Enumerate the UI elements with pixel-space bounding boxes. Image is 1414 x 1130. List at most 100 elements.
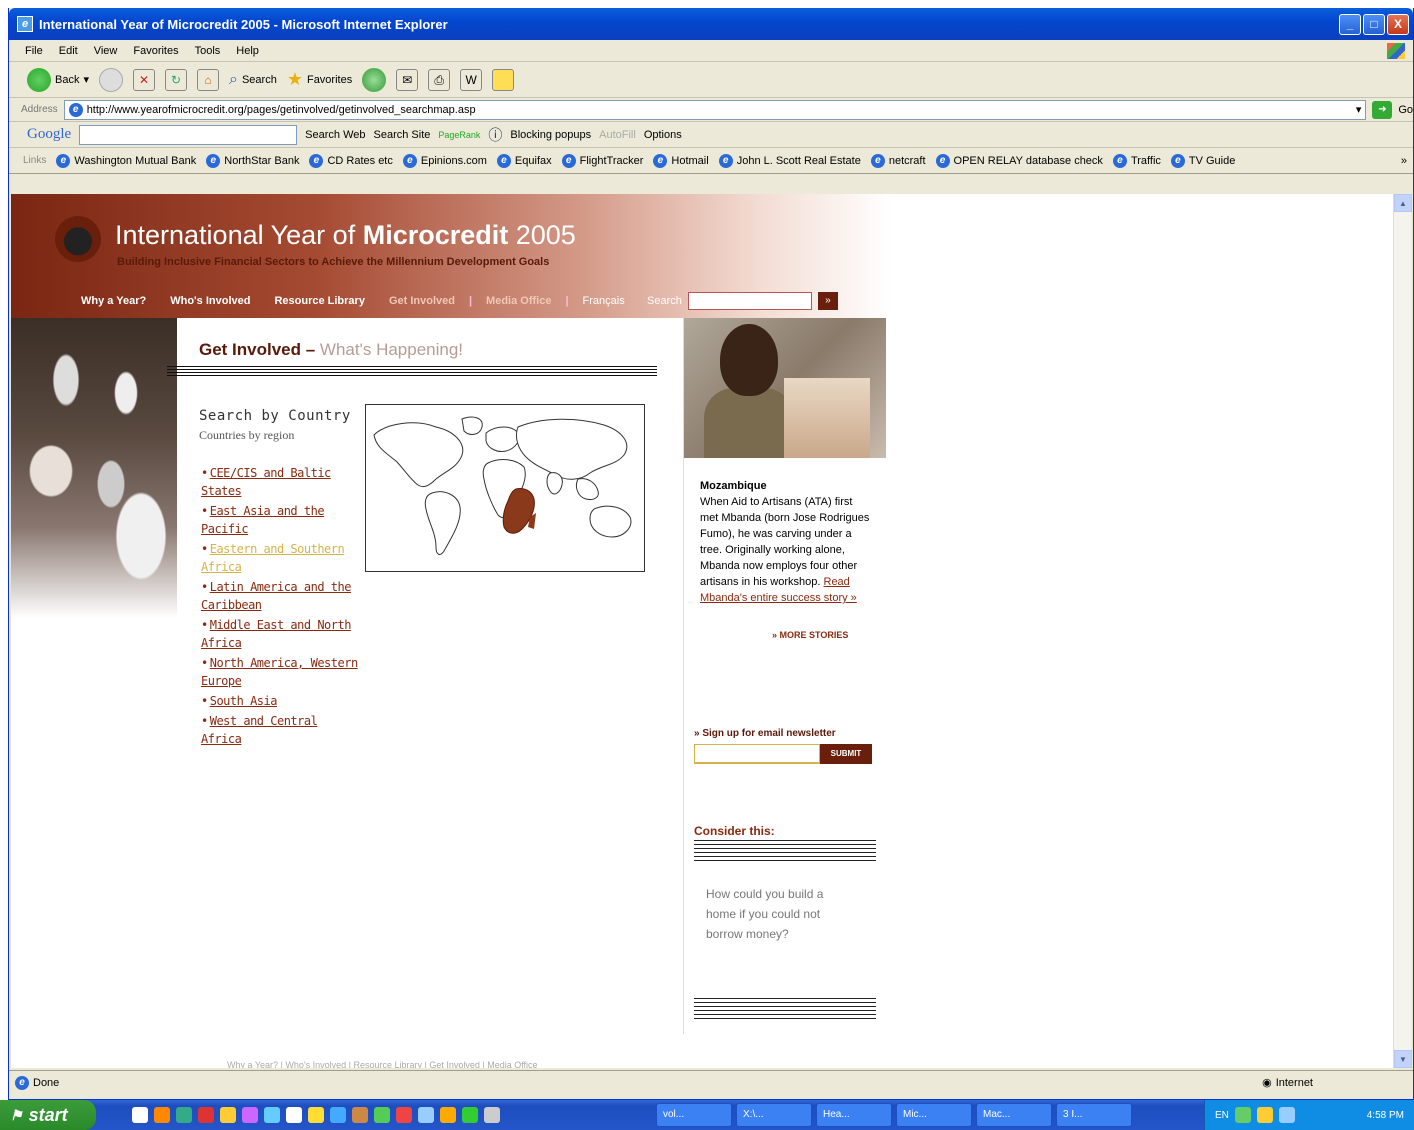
nav-media-office[interactable]: Media Office xyxy=(474,295,563,307)
go-arrow-icon[interactable]: ➜ xyxy=(1372,100,1393,119)
autofill-button[interactable]: AutoFill xyxy=(599,129,636,141)
history-icon[interactable] xyxy=(362,67,387,92)
quicklaunch-icon[interactable] xyxy=(462,1107,478,1123)
newsletter-submit-button[interactable]: SUBMIT xyxy=(820,744,872,764)
back-button[interactable]: Back ▾ xyxy=(27,67,89,92)
taskbar-button[interactable]: Mac... xyxy=(976,1103,1052,1127)
nav-why-a-year[interactable]: Why a Year? xyxy=(69,295,158,307)
quicklaunch-icon[interactable] xyxy=(396,1107,412,1123)
clock[interactable]: 4:58 PM xyxy=(1367,1110,1414,1121)
vertical-scrollbar[interactable]: ▲ ▼ xyxy=(1393,194,1412,1068)
refresh-icon[interactable]: ↻ xyxy=(165,68,187,91)
nav-get-involved[interactable]: Get Involved xyxy=(377,295,467,307)
forward-button[interactable] xyxy=(99,67,123,92)
quicklaunch-icon[interactable] xyxy=(198,1107,214,1123)
menu-view[interactable]: View xyxy=(94,45,118,57)
quicklaunch-icon[interactable] xyxy=(352,1107,368,1123)
map-region-south-america[interactable] xyxy=(424,491,461,555)
quicklaunch-icon[interactable] xyxy=(374,1107,390,1123)
taskbar-button[interactable]: Hea... xyxy=(816,1103,892,1127)
address-input[interactable]: e http://www.yearofmicrocredit.org/pages… xyxy=(63,99,1367,120)
chevron-down-icon[interactable]: ▾ xyxy=(1356,103,1366,116)
title-bar[interactable]: e International Year of Microcredit 2005… xyxy=(9,8,1413,40)
quicklaunch-icon[interactable] xyxy=(154,1107,170,1123)
site-search-go-button[interactable]: » xyxy=(817,292,838,310)
messenger-icon[interactable] xyxy=(492,68,515,91)
info-icon[interactable]: ⓘ xyxy=(488,125,502,145)
map-region-greenland[interactable] xyxy=(461,416,483,435)
link-item[interactable]: e John L. Scott Real Estate xyxy=(718,153,861,168)
taskbar-button[interactable]: 3 I... xyxy=(1056,1103,1132,1127)
quicklaunch-icon[interactable] xyxy=(308,1107,324,1123)
quicklaunch-icon[interactable] xyxy=(330,1107,346,1123)
link-item[interactable]: e Equifax xyxy=(496,153,552,168)
quicklaunch-icon[interactable] xyxy=(286,1107,302,1123)
more-stories-link[interactable]: » MORE STORIES xyxy=(772,630,848,640)
google-search-input[interactable] xyxy=(79,124,298,145)
tray-icon[interactable] xyxy=(1278,1107,1295,1123)
taskbar-button[interactable]: X:\... xyxy=(736,1103,812,1127)
link-item[interactable]: e CD Rates etc xyxy=(309,153,393,168)
world-map[interactable] xyxy=(365,404,645,572)
quicklaunch-icon[interactable] xyxy=(484,1107,500,1123)
menu-tools[interactable]: Tools xyxy=(195,45,221,57)
footer-links[interactable]: Why a Year? | Who's Involved | Resource … xyxy=(227,1060,538,1068)
close-button[interactable]: X xyxy=(1387,13,1409,35)
quicklaunch-icon[interactable] xyxy=(220,1107,236,1123)
site-search-input[interactable] xyxy=(687,292,812,310)
edit-icon[interactable]: W xyxy=(460,68,483,91)
region-link[interactable]: South Asia xyxy=(210,694,278,708)
region-link[interactable]: CEE/CIS and Baltic States xyxy=(201,466,331,498)
pagerank-indicator[interactable]: PageRank xyxy=(438,130,480,140)
tray-icon[interactable] xyxy=(1256,1107,1273,1123)
region-link[interactable]: North America, Western Europe xyxy=(201,656,358,688)
quicklaunch-icon[interactable] xyxy=(242,1107,258,1123)
link-item[interactable]: e Hotmail xyxy=(653,153,709,168)
link-item[interactable]: e netcraft xyxy=(870,153,926,168)
region-link[interactable]: Middle East and North Africa xyxy=(201,618,351,650)
options-button[interactable]: Options xyxy=(644,129,682,141)
print-icon[interactable]: ⎙ xyxy=(428,68,451,91)
tray-icon[interactable] xyxy=(1234,1107,1251,1123)
menu-help[interactable]: Help xyxy=(236,45,259,57)
quicklaunch-icon[interactable] xyxy=(440,1107,456,1123)
map-region-south-asia[interactable] xyxy=(546,472,563,495)
link-item[interactable]: e NorthStar Bank xyxy=(206,153,299,168)
region-link[interactable]: East Asia and the Pacific xyxy=(201,504,325,536)
map-region-asia[interactable] xyxy=(515,418,628,480)
menu-edit[interactable]: Edit xyxy=(59,45,78,57)
taskbar-button[interactable]: Mic... xyxy=(896,1103,972,1127)
map-region-europe[interactable] xyxy=(485,426,520,452)
map-region-north-america[interactable] xyxy=(373,422,464,488)
region-link[interactable]: Latin America and the Caribbean xyxy=(201,580,351,612)
scroll-up-icon[interactable]: ▲ xyxy=(1394,194,1412,212)
taskbar-button[interactable]: vol... xyxy=(656,1103,732,1127)
link-item[interactable]: e Traffic xyxy=(1112,153,1161,168)
start-button[interactable]: ⚑ start xyxy=(0,1100,96,1130)
menu-file[interactable]: File xyxy=(25,45,43,57)
link-item[interactable]: e Epinions.com xyxy=(402,153,487,168)
menu-favorites[interactable]: Favorites xyxy=(133,45,178,57)
newsletter-email-input[interactable] xyxy=(694,744,820,764)
favorites-button[interactable]: ★ Favorites xyxy=(287,69,352,90)
link-item[interactable]: e TV Guide xyxy=(1170,153,1235,168)
region-link[interactable]: Eastern and Southern Africa xyxy=(201,542,345,574)
quicklaunch-icon[interactable] xyxy=(132,1107,148,1123)
links-more-button[interactable]: » xyxy=(1401,155,1413,167)
language-indicator[interactable]: EN xyxy=(1215,1110,1229,1121)
search-button[interactable]: ⌕ Search xyxy=(229,71,277,89)
search-web-button[interactable]: Search Web xyxy=(305,129,365,141)
stop-icon[interactable]: ✕ xyxy=(133,68,155,91)
nav-francais[interactable]: Français xyxy=(571,295,637,307)
home-icon[interactable]: ⌂ xyxy=(197,68,219,91)
nav-whos-involved[interactable]: Who's Involved xyxy=(158,295,262,307)
link-item[interactable]: e OPEN RELAY database check xyxy=(935,153,1103,168)
link-item[interactable]: e FlightTracker xyxy=(561,153,643,168)
mail-icon[interactable]: ✉ xyxy=(396,68,419,91)
map-region-se-asia[interactable] xyxy=(575,478,599,500)
link-item[interactable]: e Washington Mutual Bank xyxy=(56,153,196,168)
quicklaunch-icon[interactable] xyxy=(264,1107,280,1123)
quicklaunch-icon[interactable] xyxy=(176,1107,192,1123)
go-button[interactable]: Go xyxy=(1398,104,1413,116)
scroll-down-icon[interactable]: ▼ xyxy=(1394,1050,1412,1068)
